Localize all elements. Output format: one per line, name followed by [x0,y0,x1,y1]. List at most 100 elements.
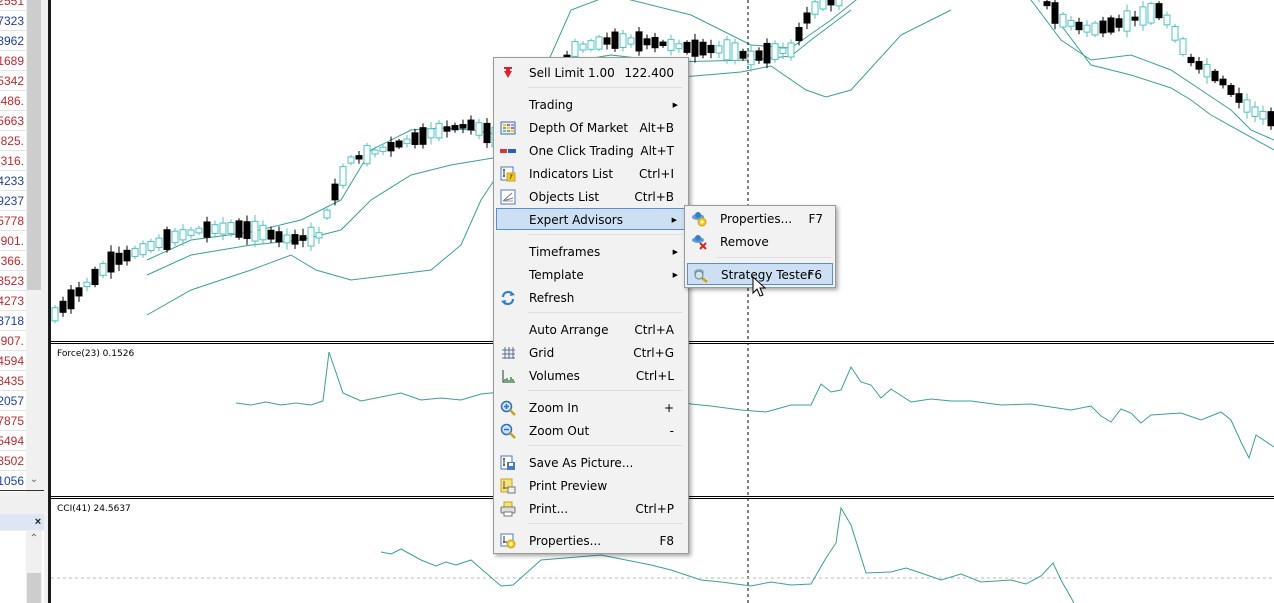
market-watch-row[interactable]: 2551 [0,0,26,11]
sell-limit-arrow-icon [500,65,516,81]
menu-separator [528,87,683,88]
market-watch-row[interactable]: .316 [0,151,26,171]
candle-body [299,235,307,241]
market-watch-row[interactable]: .825 [0,131,26,151]
candle-body [643,38,651,46]
scrollbar-thumb[interactable] [27,0,41,290]
market-watch-row[interactable]: 3962 [0,31,26,51]
market-watch-row[interactable]: .901 [0,231,26,251]
candle-body [211,224,219,234]
candle-body [347,156,355,164]
menu-item-save-as-picture[interactable]: Save As Picture... [496,452,686,474]
navigator-scrollbar[interactable]: ⌃ [26,531,42,603]
menu-item-expert-advisors[interactable]: Expert Advisors ▶ [496,208,686,230]
candle-body [91,268,99,285]
candle-body [163,229,171,250]
close-icon[interactable]: × [32,514,44,530]
menu-item-auto-arrange[interactable]: Auto Arrange Ctrl+A [496,319,686,341]
menu-item-timeframes[interactable]: Timeframes ▶ [496,241,686,263]
menu-item-sell-limit[interactable]: Sell Limit 1.00 122.400 [496,62,686,84]
market-watch-scrollbar[interactable]: ⌄ [26,0,42,492]
candle-body [683,41,691,53]
candle-body [1155,3,1163,19]
menu-item-zoom-in[interactable]: Zoom In + [496,397,686,419]
candle-body [339,166,347,186]
candle-body [451,125,459,131]
market-watch-row[interactable]: 5342 [0,71,26,91]
menu-item-print-preview[interactable]: Print Preview [496,475,686,497]
market-watch-row[interactable]: 3718 [0,311,26,331]
candle-body [659,41,667,47]
market-watch-row[interactable]: 3523 [0,271,26,291]
menu-item-refresh[interactable]: Refresh [496,287,686,309]
market-watch-row[interactable]: 5663 [0,111,26,131]
candle-body [51,307,59,322]
candle-body [595,36,603,50]
candle-body [83,281,91,288]
menu-item-volumes[interactable]: Volumes Ctrl+L [496,365,686,387]
properties-icon [500,533,516,549]
candle-body [699,41,707,56]
candle-body [1131,16,1139,21]
candle-body [787,42,795,58]
cci-indicator-label: CCI(41) 24.5637 [57,504,131,514]
save-picture-icon [500,455,516,471]
candle-body [1075,21,1083,31]
menu-item-template[interactable]: Template ▶ [496,264,686,286]
candle-body [819,0,827,10]
market-watch-row[interactable]: 7323 [0,11,26,31]
market-watch-row[interactable]: .366 [0,251,26,271]
strategy-tester-icon [692,267,708,283]
market-watch-row[interactable]: .486 [0,91,26,111]
market-watch-row[interactable]: 1689 [0,51,26,71]
candle-body [1059,13,1067,28]
force-indicator-line [235,351,1274,460]
chevron-down-icon[interactable]: ⌄ [26,474,42,488]
candle-body [251,220,259,242]
menu-separator [528,523,683,524]
market-watch-row[interactable]: 1056 [0,471,26,491]
menu-item-grid[interactable]: Grid Ctrl+G [496,342,686,364]
menu-item-print[interactable]: Print... Ctrl+P [496,498,686,520]
market-watch-row[interactable]: 4594 [0,351,26,371]
market-watch-row[interactable]: 3502 [0,451,26,471]
depth-of-market-icon [500,120,516,136]
menu-item-depth-of-market[interactable]: Depth Of Market Alt+B [496,117,686,139]
menu-item-ea-properties[interactable]: Properties... F7 [687,208,833,230]
market-watch-row[interactable]: 2057 [0,391,26,411]
menu-item-objects-list[interactable]: Objects List Ctrl+B [496,186,686,208]
candle-body [1123,10,1131,32]
candle-body [443,126,451,132]
candle-body [1067,19,1075,27]
candle-body [267,229,275,240]
candle-body [1195,61,1203,70]
candle-body [307,226,315,247]
market-watch-row[interactable]: 7875 [0,411,26,431]
market-watch-row[interactable]: 4273 [0,291,26,311]
market-watch-row[interactable]: 5778 [0,211,26,231]
chevron-up-icon[interactable]: ⌃ [26,533,42,547]
menu-item-one-click-trading[interactable]: One Click Trading Alt+T [496,140,686,162]
menu-item-zoom-out[interactable]: Zoom Out - [496,420,686,442]
menu-item-trading[interactable]: Trading ▶ [496,94,686,116]
menu-item-properties[interactable]: Properties... F8 [496,530,686,552]
candle-body [275,231,283,243]
candle-body [1139,6,1147,26]
cci-indicator-line [380,506,1075,603]
candle-body [147,241,155,251]
menu-item-ea-remove[interactable]: Remove [687,231,833,253]
market-watch-row[interactable]: 5494 [0,431,26,451]
candle-body [1203,63,1211,78]
candle-body [435,122,443,139]
scrollbar-thumb[interactable] [27,573,41,603]
candle-body [779,47,787,54]
market-watch-row[interactable]: 3435 [0,371,26,391]
menu-item-indicators-list[interactable]: Indicators List Ctrl+I [496,163,686,185]
candle-body [723,39,731,61]
market-watch-row[interactable]: 4233 [0,171,26,191]
candle-body [1187,56,1195,64]
chart-context-menu: Sell Limit 1.00 122.400 Trading ▶ Depth … [493,57,689,554]
candle-body [803,12,811,24]
market-watch-row[interactable]: 9237 [0,191,26,211]
market-watch-row[interactable]: .907 [0,331,26,351]
